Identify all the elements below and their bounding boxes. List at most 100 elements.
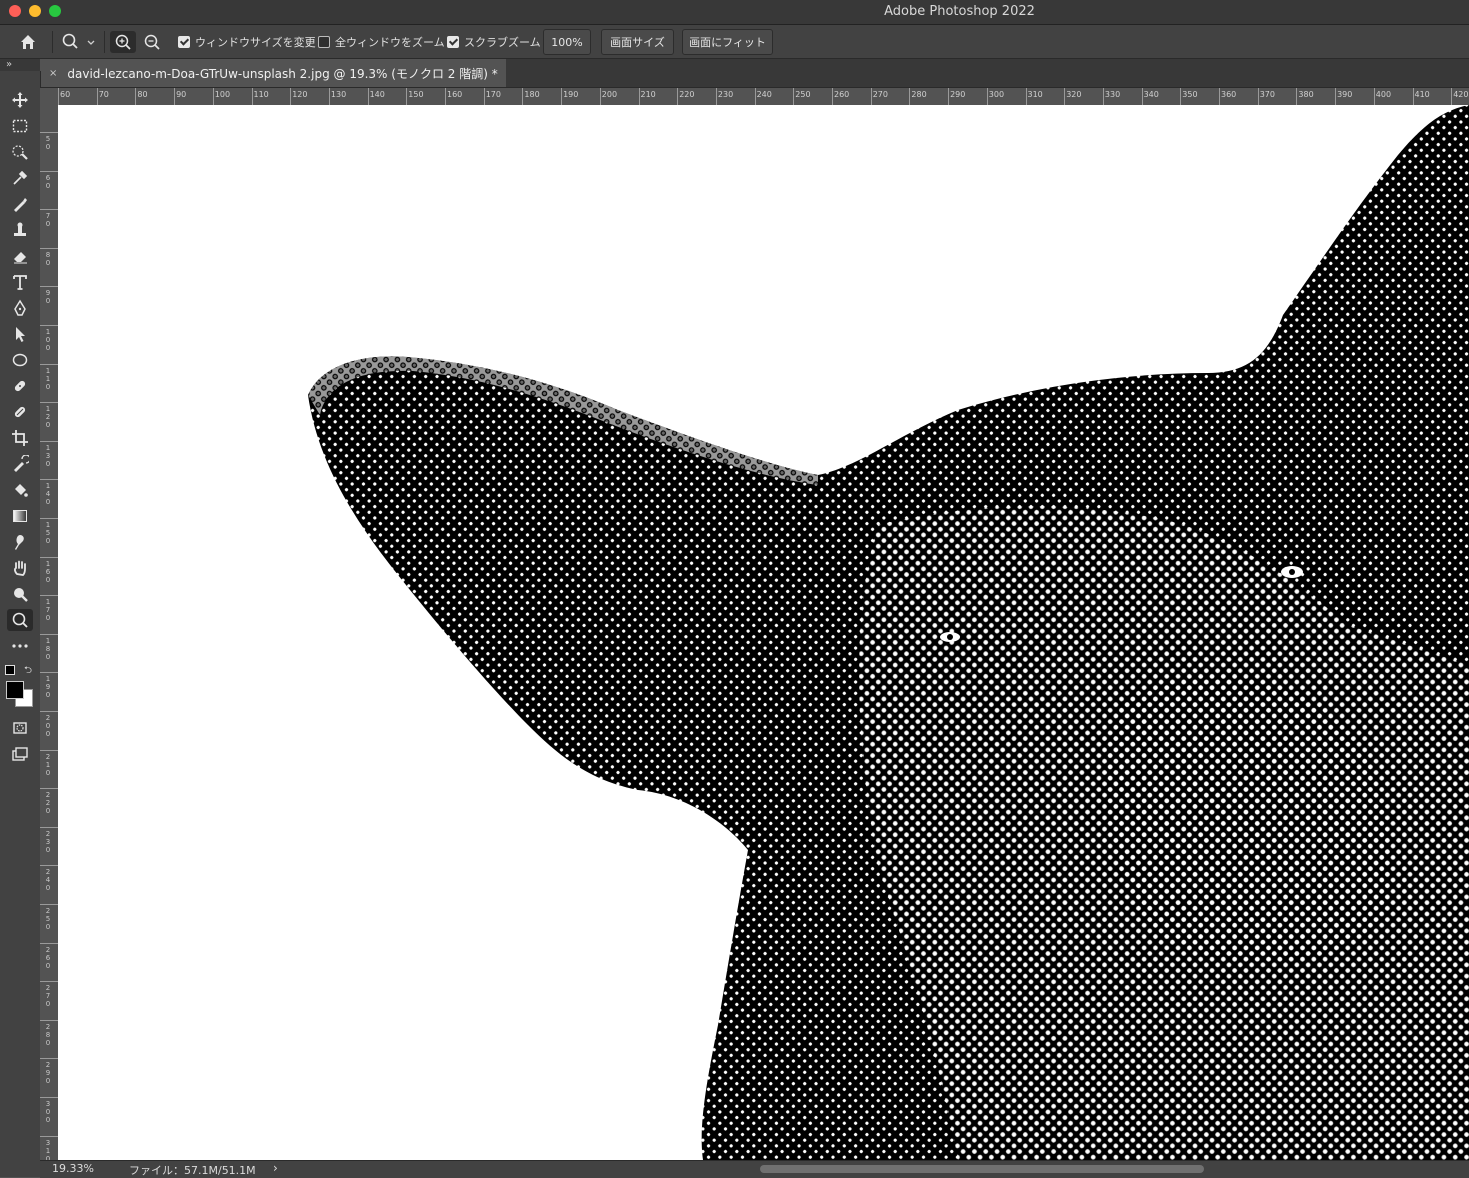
- tool-type[interactable]: [8, 271, 32, 293]
- ruler-top-label: 320: [1066, 90, 1082, 99]
- resize-windows-box[interactable]: [178, 36, 190, 48]
- swap-colors-icon[interactable]: ⮌: [24, 663, 32, 680]
- app-title: Adobe Photoshop 2022: [884, 4, 1035, 19]
- resize-windows-checkbox[interactable]: ウィンドウサイズを変更: [178, 34, 316, 50]
- panel-collapse-button[interactable]: »: [0, 59, 40, 71]
- tool-hand[interactable]: [8, 557, 32, 579]
- close-tab-icon[interactable]: ×: [49, 68, 57, 79]
- ruler-top-label: 340: [1143, 90, 1159, 99]
- ruler-tick: [1141, 88, 1143, 105]
- ruler-tick: [483, 88, 485, 105]
- tool-quick-selection[interactable]: [8, 141, 32, 163]
- right-eye: [1281, 566, 1303, 578]
- zoom-in-button[interactable]: [110, 31, 136, 53]
- hand-icon: [14, 560, 26, 576]
- home-button[interactable]: [14, 31, 42, 53]
- ruler-top-label: 370: [1259, 90, 1275, 99]
- move-icon: [12, 92, 28, 108]
- quick-mask-icon: [13, 722, 27, 734]
- paint-bucket-icon: [15, 484, 28, 497]
- title-bar: Adobe Photoshop 2022: [0, 0, 1469, 25]
- ruler-tick: [677, 88, 679, 105]
- resize-windows-label: ウィンドウサイズを変更: [195, 36, 316, 49]
- tool-move[interactable]: [8, 89, 32, 111]
- tool-path-selection[interactable]: [8, 323, 32, 345]
- tool-gradient[interactable]: [8, 505, 32, 527]
- ruler-origin[interactable]: [40, 88, 59, 106]
- tool-zoom[interactable]: [7, 609, 33, 631]
- horizontal-ruler[interactable]: 60 70 80 90 100 110 120 130 140 150 160 170 180 190 20…: [58, 88, 1469, 106]
- left-eye: [940, 632, 960, 642]
- ruler-tick: [40, 402, 58, 404]
- ruler-left-label: 8 0: [45, 250, 51, 267]
- tool-patch[interactable]: [8, 401, 32, 423]
- ruler-tick: [40, 672, 58, 674]
- zoom-100-button[interactable]: 100%: [543, 29, 591, 55]
- tool-preset-picker[interactable]: [58, 31, 98, 53]
- eraser-icon: [14, 252, 27, 264]
- ruler-tick: [40, 209, 58, 211]
- document-tab-bar: × david-lezcano-m-Doa-GTrUw-unsplash 2.j…: [40, 59, 1469, 88]
- tool-pen[interactable]: [8, 297, 32, 319]
- vertical-ruler[interactable]: 5 0 6 0 7 0 8 0 9 0 1 0 0 1 1 0 1 2 0 1 3 0 1 4 0…: [40, 105, 59, 1160]
- default-colors-icon[interactable]: [5, 665, 15, 675]
- status-menu-arrow-icon[interactable]: ›: [273, 1161, 278, 1175]
- screen-mode-button[interactable]: [8, 743, 32, 765]
- ruler-tick: [793, 88, 795, 105]
- tool-dodge[interactable]: [8, 583, 32, 605]
- tool-eraser[interactable]: [8, 245, 32, 267]
- scrubby-zoom-checkbox[interactable]: スクラブズーム: [447, 34, 541, 50]
- tool-eyedropper[interactable]: [8, 167, 32, 189]
- scrubby-zoom-box[interactable]: [447, 36, 459, 48]
- tool-crop[interactable]: [8, 427, 32, 449]
- ruler-tick: [40, 363, 58, 365]
- ruler-top-label: 220: [679, 90, 695, 99]
- zoom-all-windows-label: 全ウィンドウをズーム: [335, 36, 445, 49]
- ruler-top-label: 390: [1337, 90, 1353, 99]
- quick-mask-button[interactable]: [8, 717, 32, 739]
- ruler-top-label: 180: [524, 90, 540, 99]
- ruler-tick: [174, 88, 176, 105]
- ruler-tick: [40, 1097, 58, 1098]
- document-canvas[interactable]: [58, 105, 1469, 1160]
- tool-spot-healing[interactable]: [8, 375, 32, 397]
- tool-history-brush[interactable]: [8, 453, 32, 475]
- tool-ellipse[interactable]: [8, 349, 32, 371]
- ruler-tick: [251, 88, 253, 105]
- ruler-left-label: 2 8 0: [45, 1022, 51, 1047]
- ruler-tick: [40, 518, 58, 519]
- ruler-top-label: 420: [1453, 90, 1469, 99]
- ruler-top-label: 410: [1414, 90, 1430, 99]
- fit-screen-button[interactable]: 画面サイズ: [601, 29, 674, 55]
- tool-brush[interactable]: [8, 193, 32, 215]
- ruler-tick: [40, 556, 58, 558]
- ruler-left-label: 2 4 0: [45, 868, 51, 893]
- zoom-level-field[interactable]: 19.33%: [52, 1162, 94, 1175]
- ruler-left-label: 2 1 0: [45, 752, 51, 777]
- document-tab[interactable]: × david-lezcano-m-Doa-GTrUw-unsplash 2.j…: [40, 59, 506, 87]
- zoom-all-windows-checkbox[interactable]: 全ウィンドウをズーム: [318, 34, 445, 50]
- ruler-top-label: 280: [911, 90, 927, 99]
- tool-marquee[interactable]: [8, 115, 32, 137]
- foreground-color-swatch[interactable]: [6, 681, 24, 699]
- ruler-left-label: 9 0: [45, 289, 51, 306]
- ruler-tick: [1025, 88, 1027, 105]
- horizontal-scrollbar[interactable]: [760, 1165, 1204, 1173]
- ruler-tick: [40, 1058, 58, 1060]
- more-tools-icon: [12, 644, 28, 648]
- tool-clone-stamp[interactable]: [8, 219, 32, 241]
- fill-screen-button[interactable]: 画面にフィット: [682, 29, 773, 55]
- ruler-top-label: 140: [369, 90, 385, 99]
- tool-more-tools[interactable]: [8, 635, 32, 657]
- zoom-out-button[interactable]: [140, 31, 164, 53]
- zoom-all-windows-box[interactable]: [318, 36, 330, 48]
- document-tab-title: david-lezcano-m-Doa-GTrUw-unsplash 2.jpg…: [67, 66, 498, 81]
- zoom-in-icon: [115, 34, 131, 50]
- tool-smudge[interactable]: [8, 531, 32, 553]
- options-bar: ウィンドウサイズを変更 全ウィンドウをズーム スクラブズーム 100% 画面サイ…: [0, 25, 1469, 59]
- ruler-tick: [290, 88, 292, 105]
- ruler-tick: [58, 88, 59, 105]
- ruler-tick: [96, 88, 98, 105]
- tool-paint-bucket[interactable]: [8, 479, 32, 501]
- color-swatches: ⮌: [4, 663, 36, 713]
